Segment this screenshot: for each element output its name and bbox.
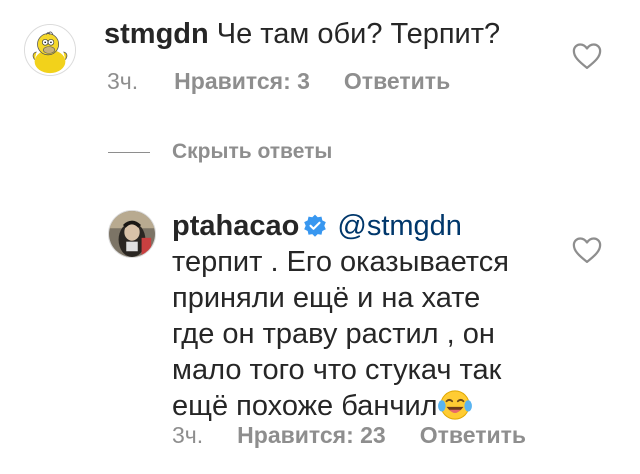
reply-body: ptahacao @stmgdn терпит . Его оказываетс… <box>172 208 509 424</box>
hide-replies-button[interactable]: Скрыть ответы <box>108 140 332 164</box>
avatar-ptahacao[interactable] <box>108 210 156 258</box>
comment-body: stmgdn Че там оби? Терпит? <box>104 16 500 52</box>
reply-line-2: приняли ещё и на хате <box>172 282 481 314</box>
reply-mention-link[interactable]: @stmgdn <box>337 210 462 242</box>
hide-replies-label: Скрыть ответы <box>172 140 333 163</box>
comment-text: Че там оби? Терпит? <box>216 18 501 50</box>
comment-reply-button[interactable]: Ответить <box>344 68 450 95</box>
reply-line-4: мало того что стукач так <box>172 354 502 386</box>
comment-username[interactable]: stmgdn <box>104 18 209 50</box>
face-with-tears-of-joy-emoji-icon <box>437 390 472 420</box>
reply-line-3: где он траву растил , он <box>172 318 495 350</box>
reply-time: 3ч. <box>172 422 204 448</box>
reply-header: ptahacao @stmgdn <box>172 208 509 244</box>
reply-meta: 3ч. Нравится: 23 Ответить <box>172 422 526 449</box>
verified-badge-icon <box>304 214 327 237</box>
avatar-stmgdn[interactable] <box>24 24 76 76</box>
heart-icon[interactable] <box>572 236 602 264</box>
comment-likes-button[interactable]: Нравится: 3 <box>174 68 310 95</box>
reply-likes-button[interactable]: Нравится: 23 <box>237 422 386 449</box>
heart-icon[interactable] <box>572 42 602 70</box>
reply-line-5-container: ещё похоже банчил <box>172 388 509 424</box>
reply-line-1: терпит . Его оказывается <box>172 246 509 278</box>
divider-line <box>108 151 150 153</box>
reply-line-5: ещё похоже банчил <box>172 390 438 422</box>
reply-reply-button[interactable]: Ответить <box>420 422 526 449</box>
reply-username[interactable]: ptahacao <box>172 210 299 242</box>
comment-meta: 3ч. Нравится: 3 Ответить <box>107 68 450 95</box>
comment-time: 3ч. <box>107 68 139 94</box>
